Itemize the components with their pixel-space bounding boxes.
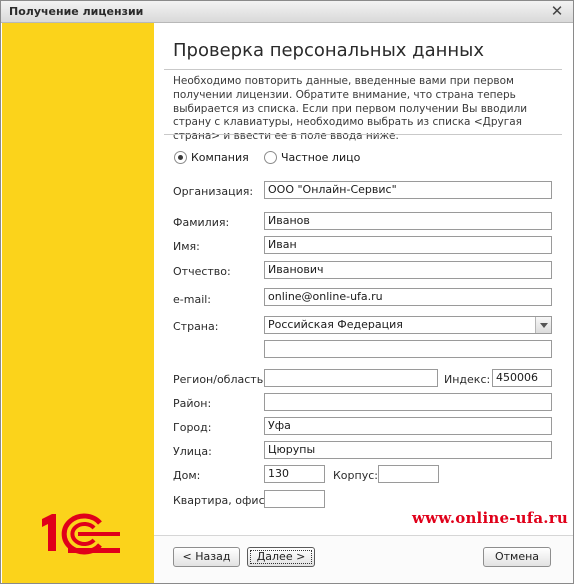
page-title: Проверка персональных данных — [173, 40, 485, 61]
back-button[interactable]: < Назад — [173, 547, 240, 567]
close-icon[interactable]: ✕ — [549, 3, 565, 19]
building-field[interactable] — [378, 465, 439, 483]
apartment-field[interactable] — [264, 490, 325, 508]
house-field[interactable]: 130 — [264, 465, 325, 483]
license-window: Получение лицензии ✕ Проверка персональн… — [0, 0, 574, 584]
postal-code-label: Индекс: — [444, 373, 491, 386]
radio-individual-indicator[interactable] — [264, 151, 277, 164]
content-panel: Проверка персональных данных Необходимо … — [154, 23, 573, 583]
radio-company-label: Компания — [191, 151, 249, 164]
email-field[interactable]: online@online-ufa.ru — [264, 288, 552, 306]
region-label: Регион/область: — [173, 373, 267, 386]
patronymic-label: Отчество: — [173, 265, 231, 278]
country-label: Страна: — [173, 320, 219, 333]
cancel-button[interactable]: Отмена — [483, 547, 551, 567]
street-label: Улица: — [173, 445, 212, 458]
other-country-field[interactable] — [264, 340, 552, 358]
country-select[interactable]: Российская Федерация — [264, 316, 552, 334]
watermark-text: www.online-ufa.ru — [412, 509, 568, 527]
district-label: Район: — [173, 397, 212, 410]
building-label: Корпус: — [333, 469, 378, 482]
first-name-field[interactable]: Иван — [264, 236, 552, 254]
first-name-label: Имя: — [173, 240, 200, 253]
last-name-field[interactable]: Иванов — [264, 212, 552, 230]
radio-company-indicator[interactable] — [174, 151, 187, 164]
header-divider — [164, 69, 562, 70]
description-divider — [164, 134, 562, 135]
next-button[interactable]: Далее > — [247, 547, 315, 567]
email-label: e-mail: — [173, 293, 212, 306]
city-label: Город: — [173, 421, 212, 434]
last-name-label: Фамилия: — [173, 216, 230, 229]
patronymic-field[interactable]: Иванович — [264, 261, 552, 279]
radio-company[interactable]: Компания — [174, 151, 249, 164]
radio-individual[interactable]: Частное лицо — [264, 151, 360, 164]
sidebar — [2, 23, 154, 583]
apartment-label: Квартира, офис: — [173, 494, 269, 507]
window-title: Получение лицензии — [9, 5, 144, 18]
1c-logo — [42, 513, 120, 555]
street-field[interactable]: Цюрупы — [264, 441, 552, 459]
city-field[interactable]: Уфа — [264, 417, 552, 435]
title-bar: Получение лицензии ✕ — [1, 1, 573, 23]
chevron-down-icon[interactable] — [535, 317, 551, 333]
postal-code-field[interactable]: 450006 — [492, 369, 552, 387]
organization-label: Организация: — [173, 185, 254, 198]
house-label: Дом: — [173, 469, 201, 482]
district-field[interactable] — [264, 393, 552, 411]
button-bar: < Назад Далее > Отмена — [154, 535, 573, 583]
organization-field[interactable]: ООО "Онлайн-Сервис" — [264, 181, 552, 199]
country-select-value: Российская Федерация — [268, 318, 403, 331]
radio-individual-label: Частное лицо — [281, 151, 361, 164]
region-field[interactable] — [264, 369, 438, 387]
